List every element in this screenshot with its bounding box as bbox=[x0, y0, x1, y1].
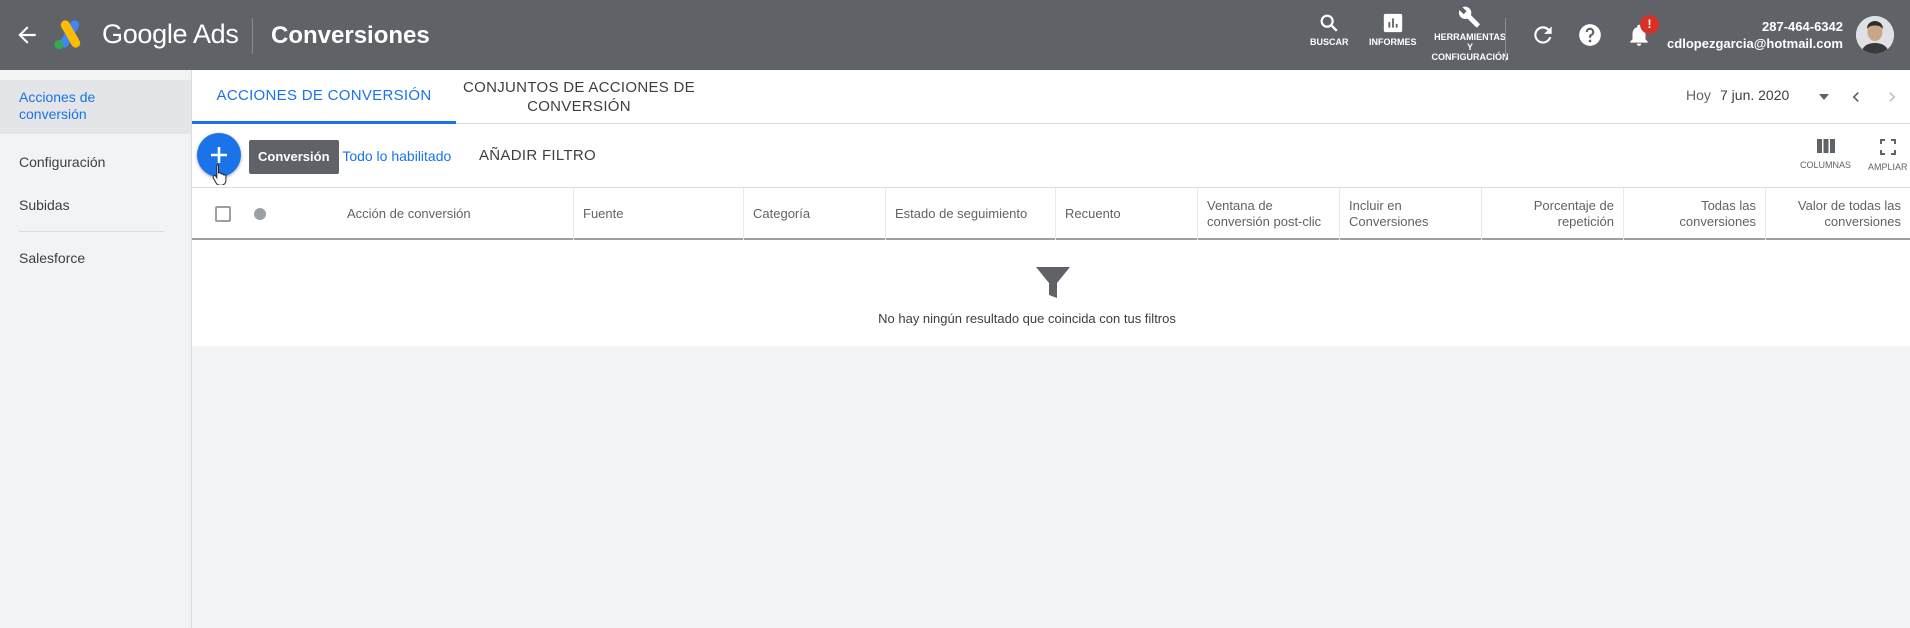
empty-state-message: No hay ningún resultado que coincida con… bbox=[878, 311, 1176, 326]
account-email: cdlopezgarcia@hotmail.com bbox=[1667, 36, 1843, 51]
tab-label: CONJUNTOS DE ACCIONES DE CONVERSIÓN bbox=[463, 79, 695, 115]
date-dropdown-icon[interactable] bbox=[1818, 92, 1830, 102]
fullscreen-icon bbox=[1879, 139, 1896, 155]
top-app-bar: Google Ads Conversiones BUSCAR INFORMES … bbox=[0, 0, 1910, 70]
columns-button[interactable]: COLUMNAS bbox=[1800, 139, 1851, 170]
date-range-label: Hoy bbox=[1686, 87, 1711, 103]
tools-settings-label: HERRAMIENTAS Y CONFIGURACIÓN bbox=[1431, 32, 1509, 62]
column-header-label: Todas las conversiones bbox=[1679, 198, 1756, 229]
column-header-label: Valor de todas las conversiones bbox=[1797, 198, 1901, 229]
columns-icon bbox=[1816, 139, 1835, 153]
sidebar-item-salesforce[interactable]: Salesforce bbox=[0, 250, 191, 267]
notification-badge: ! bbox=[1640, 15, 1659, 34]
search-tool-label: BUSCAR bbox=[1310, 37, 1349, 47]
search-icon bbox=[1320, 14, 1338, 32]
column-header-category[interactable]: Categoría bbox=[744, 188, 886, 240]
search-tool-button[interactable]: BUSCAR bbox=[1310, 12, 1349, 47]
sidebar-item-conversion-actions[interactable]: Acciones de conversión bbox=[0, 80, 191, 134]
date-picker[interactable]: 7 jun. 2020 bbox=[1720, 87, 1789, 103]
main-content: ACCIONES DE CONVERSIÓN CONJUNTOS DE ACCI… bbox=[192, 70, 1910, 346]
column-header-click-through-window[interactable]: Ventana de conversión post-clic bbox=[1198, 188, 1340, 240]
column-header-label: Ventana de conversión post-clic bbox=[1207, 198, 1322, 229]
column-header-all-conversions-value[interactable]: Valor de todas las conversiones bbox=[1766, 188, 1910, 240]
column-header-label: Categoría bbox=[753, 206, 811, 221]
previous-period-icon[interactable] bbox=[1846, 87, 1866, 107]
tab-bar: ACCIONES DE CONVERSIÓN CONJUNTOS DE ACCI… bbox=[192, 70, 1910, 124]
empty-state: No hay ningún resultado que coincida con… bbox=[192, 240, 1910, 346]
help-icon[interactable] bbox=[1577, 22, 1603, 48]
google-ads-logo bbox=[54, 20, 81, 50]
status-dot-icon bbox=[254, 208, 266, 220]
account-id: 287-464-6342 bbox=[1762, 19, 1843, 34]
column-header-conversion-action[interactable]: Acción de conversión bbox=[338, 188, 574, 240]
sidebar-item-uploads[interactable]: Subidas bbox=[0, 197, 191, 214]
expand-button[interactable]: AMPLIAR bbox=[1868, 139, 1908, 172]
tab-conversion-action-sets[interactable]: CONJUNTOS DE ACCIONES DE CONVERSIÓN bbox=[456, 70, 702, 124]
select-all-checkbox[interactable] bbox=[215, 206, 231, 222]
add-conversion-tooltip: Conversión bbox=[249, 140, 339, 174]
column-header-include-in-conversions[interactable]: Incluir en Conversiones bbox=[1340, 188, 1482, 240]
bar-chart-icon bbox=[1383, 13, 1402, 33]
sidebar-item-label: Configuración bbox=[19, 154, 106, 170]
account-info[interactable]: 287-464-6342 cdlopezgarcia@hotmail.com bbox=[1667, 18, 1843, 52]
expand-label: AMPLIAR bbox=[1868, 162, 1908, 172]
column-header-label: Fuente bbox=[583, 206, 624, 221]
back-arrow-icon[interactable] bbox=[14, 22, 40, 48]
column-header-all-conversions[interactable]: Todas las conversiones bbox=[1624, 188, 1766, 240]
date-value: 7 jun. 2020 bbox=[1720, 87, 1790, 103]
column-header-label: Estado de seguimiento bbox=[895, 206, 1028, 221]
mouse-pointer-hand-icon bbox=[212, 164, 227, 185]
column-header-label: Recuento bbox=[1065, 206, 1121, 221]
left-navigation: Acciones de conversión Configuración Sub… bbox=[0, 70, 192, 628]
filter-funnel-icon bbox=[1036, 267, 1070, 298]
tab-label: ACCIONES DE CONVERSIÓN bbox=[216, 87, 432, 104]
reports-tool-button[interactable]: INFORMES bbox=[1369, 12, 1417, 47]
sidebar-item-label: Subidas bbox=[19, 197, 70, 213]
tab-conversion-actions[interactable]: ACCIONES DE CONVERSIÓN bbox=[192, 70, 456, 124]
column-header-label: Acción de conversión bbox=[347, 206, 471, 221]
user-photo-icon bbox=[1856, 16, 1894, 54]
refresh-icon[interactable] bbox=[1530, 22, 1556, 48]
avatar[interactable] bbox=[1856, 16, 1894, 54]
filter-chip[interactable]: o: Todo lo habilitado bbox=[327, 148, 451, 164]
page-title: Conversiones bbox=[271, 22, 430, 49]
reports-tool-label: INFORMES bbox=[1369, 37, 1417, 47]
column-header-tracking-status[interactable]: Estado de seguimiento bbox=[886, 188, 1056, 240]
column-header-label: Incluir en Conversiones bbox=[1349, 198, 1429, 229]
add-filter-button[interactable]: AÑADIR FILTRO bbox=[479, 147, 596, 164]
brand-divider bbox=[252, 18, 253, 54]
sidebar-divider bbox=[19, 231, 164, 232]
column-header-repeat-rate[interactable]: Porcentaje de repetición bbox=[1482, 188, 1624, 240]
column-header-label: Porcentaje de repetición bbox=[1533, 198, 1614, 229]
wrench-icon bbox=[1458, 6, 1480, 28]
column-header-source[interactable]: Fuente bbox=[574, 188, 744, 240]
brand-name: Google Ads bbox=[102, 19, 239, 49]
column-header-count[interactable]: Recuento bbox=[1056, 188, 1198, 240]
tools-settings-button[interactable]: HERRAMIENTAS Y CONFIGURACIÓN bbox=[1431, 5, 1509, 62]
sidebar-item-label: Salesforce bbox=[19, 250, 86, 266]
columns-label: COLUMNAS bbox=[1800, 160, 1852, 170]
toolbar-divider bbox=[1505, 18, 1506, 62]
sidebar-item-configuration[interactable]: Configuración bbox=[0, 154, 191, 171]
sidebar-item-label: Acciones de conversión bbox=[19, 89, 96, 122]
table-toolbar: o: Todo lo habilitado AÑADIR FILTRO Conv… bbox=[192, 124, 1910, 188]
table-header: Acción de conversión Fuente Categoría Es… bbox=[192, 188, 1910, 240]
next-period-icon[interactable] bbox=[1882, 87, 1902, 107]
